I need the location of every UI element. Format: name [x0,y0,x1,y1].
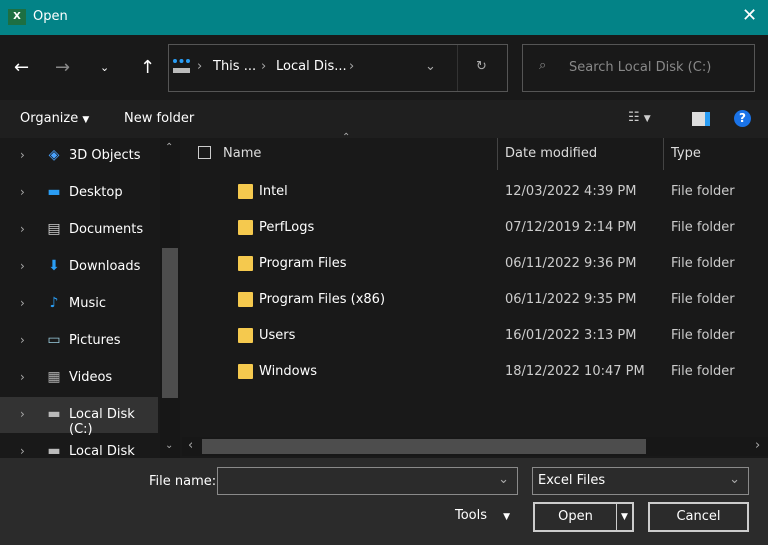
chevron-down-icon: ⌄ [729,472,740,487]
folder-icon [238,328,253,343]
sidebar-item-local-disk-d[interactable]: ›▬Local Disk (D:) [0,434,158,458]
toolbar: Organize ▼ New folder ☷ ▼ ? [0,100,768,138]
sidebar-item-desktop[interactable]: › ▬ Desktop [0,175,158,211]
file-type: File folder [671,184,735,199]
table-row[interactable]: Users 16/01/2022 3:13 PM File folder [182,318,768,354]
sidebar-item-music[interactable]: › ♪ Music [0,286,158,322]
search-input[interactable]: ⌕ Search Local Disk (C:) [522,44,755,92]
scrollbar-thumb[interactable] [202,439,646,454]
file-type: File folder [671,364,735,379]
table-row[interactable]: PerfLogs 07/12/2019 2:14 PM File folder [182,210,768,246]
table-row[interactable]: Intel 12/03/2022 4:39 PM File folder [182,174,768,210]
sort-ascending-icon: ⌃ [342,132,351,143]
file-name: Windows [259,364,318,379]
navigation-pane: › ◈ 3D Objects › ▬ Desktop › ▤ Documents › ⬇ Dow… [0,138,180,458]
file-name: Program Files [259,256,347,271]
address-bar[interactable]: › This ... › Local Dis... › ⌄ ↻ [168,44,508,92]
breadcrumb-local-disk[interactable]: Local Dis... [276,59,347,74]
file-name-input[interactable]: ⌄ [217,467,518,495]
select-all-checkbox[interactable] [198,146,211,159]
drive-icon [173,59,190,73]
window-title: Open [33,9,68,24]
folder-icon [238,292,253,307]
table-row[interactable]: Program Files (x86) 06/11/2022 9:35 PM F… [182,282,768,318]
file-name-label: File name: [149,474,217,489]
view-options-icon[interactable]: ☷ ▼ [628,110,651,125]
organize-label: Organize [20,111,79,126]
chevron-down-icon[interactable]: ⌄ [498,472,509,487]
file-type-select[interactable]: Excel Files ⌄ [532,467,749,495]
sidebar-item-videos[interactable]: › ▦ Videos [0,360,158,396]
sidebar-scrollbar[interactable]: ⌃ ⌄ [160,138,180,458]
documents-icon: ▤ [47,221,61,237]
drive-icon: ▬ [47,406,61,422]
folder-icon [238,364,253,379]
excel-icon: X [8,9,26,25]
table-row[interactable]: Windows 18/12/2022 10:47 PM File folder [182,354,768,390]
close-icon[interactable]: ✕ [742,5,757,26]
file-type: File folder [671,220,735,235]
file-type: File folder [671,256,735,271]
table-row[interactable]: Program Files 06/11/2022 9:36 PM File fo… [182,246,768,282]
search-icon: ⌕ [539,58,547,73]
file-name: Program Files (x86) [259,292,386,307]
cancel-button[interactable]: Cancel [648,502,749,532]
file-name: Users [259,328,296,343]
folder-icon [238,256,253,271]
file-date: 16/01/2022 3:13 PM [505,328,637,343]
tools-button[interactable]: Tools ▼ [455,508,510,523]
folder-icon [238,184,253,199]
file-name: Intel [259,184,288,199]
file-date: 06/11/2022 9:36 PM [505,256,637,271]
file-type: File folder [671,328,735,343]
file-date: 12/03/2022 4:39 PM [505,184,637,199]
open-button[interactable]: Open ▼ [533,502,634,532]
refresh-icon[interactable]: ↻ [476,59,487,74]
file-date: 18/12/2022 10:47 PM [505,364,645,379]
sidebar-item-pictures[interactable]: › ▭ Pictures [0,323,158,359]
music-icon: ♪ [49,295,59,311]
pictures-icon: ▭ [47,332,61,348]
sidebar-item-documents[interactable]: › ▤ Documents [0,212,158,248]
navigation-bar: ← → ⌄ ↑ › This ... › Local Dis... › ⌄ ↻ … [0,35,768,100]
sidebar-item-downloads[interactable]: › ⬇ Downloads [0,249,158,285]
address-dropdown-icon[interactable]: ⌄ [425,59,436,74]
search-placeholder: Search Local Disk (C:) [569,60,712,75]
file-list: Name ⌃ Date modified Type Intel 12/03/20… [182,132,768,458]
breadcrumb-this-pc[interactable]: This ... [213,59,256,74]
title-bar: X Open ✕ [0,0,768,35]
up-icon[interactable]: ↑ [140,57,155,78]
file-date: 07/12/2019 2:14 PM [505,220,637,235]
folder-icon [238,220,253,235]
help-icon[interactable]: ? [734,110,751,127]
organize-button[interactable]: Organize ▼ [20,111,89,126]
back-icon[interactable]: ← [14,57,29,78]
open-dropdown-icon[interactable]: ▼ [616,504,632,530]
drive-icon: ▬ [47,443,61,458]
forward-icon[interactable]: → [55,57,70,78]
horizontal-scrollbar[interactable]: ‹ › [182,437,768,456]
file-type: File folder [671,292,735,307]
sidebar-item-local-disk-c[interactable]: › ▬ Local Disk (C:) [0,397,158,437]
file-date: 06/11/2022 9:35 PM [505,292,637,307]
new-folder-button[interactable]: New folder [124,111,194,126]
desktop-icon: ▬ [47,184,61,200]
videos-icon: ▦ [47,369,61,385]
scrollbar-thumb[interactable] [162,248,178,398]
3d-objects-icon: ◈ [48,147,60,163]
recent-locations-chevron-icon[interactable]: ⌄ [100,61,109,74]
preview-pane-icon[interactable] [692,112,710,126]
downloads-icon: ⬇ [48,258,60,274]
sidebar-item-3d-objects[interactable]: › ◈ 3D Objects [0,138,158,174]
file-name: PerfLogs [259,220,315,235]
bottom-panel: File name: ⌄ Excel Files ⌄ Tools ▼ Open … [0,458,768,545]
